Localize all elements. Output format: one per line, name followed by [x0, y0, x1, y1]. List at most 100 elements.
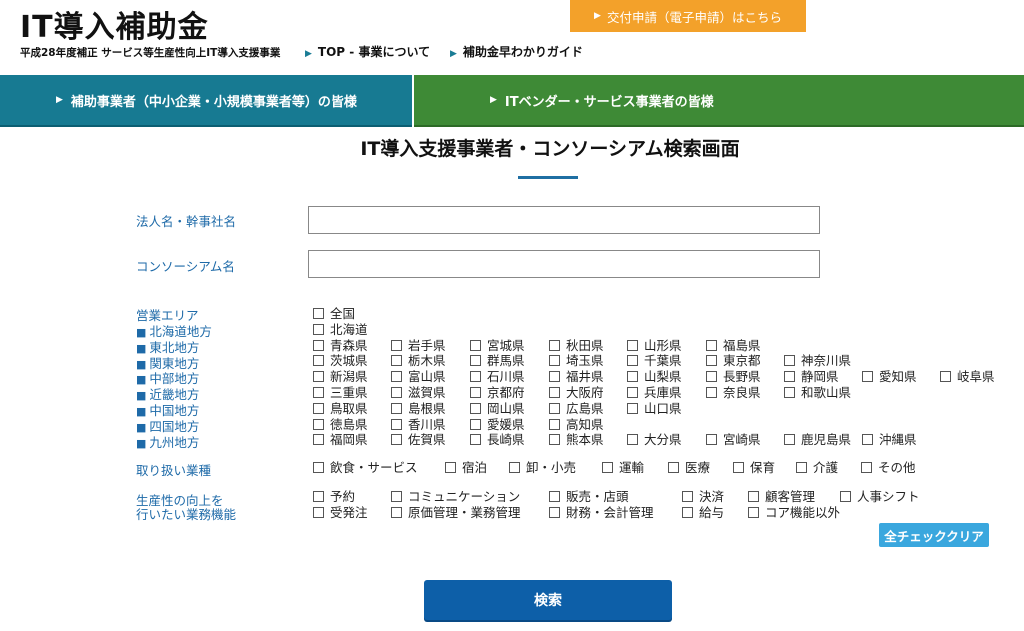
- company-name-input[interactable]: [308, 206, 820, 234]
- checkbox-option[interactable]: 岐阜県: [940, 370, 995, 384]
- checkbox-option[interactable]: 運輸: [602, 461, 644, 475]
- checkbox-square[interactable]: [313, 355, 324, 367]
- nav-tab-vendors[interactable]: ▶ ITベンダー・サービス事業者の皆様: [414, 75, 1024, 127]
- checkbox-option[interactable]: 山形県: [627, 338, 682, 353]
- apply-button[interactable]: ▶ 交付申請（電子申請）はこちら: [570, 0, 806, 32]
- checkbox-option[interactable]: 販売・店頭: [549, 490, 629, 504]
- checkbox-option[interactable]: 山口県: [627, 401, 682, 416]
- checkbox-option[interactable]: 兵庫県: [627, 386, 682, 400]
- checkbox-square[interactable]: [706, 434, 717, 446]
- checkbox-option[interactable]: 長崎県: [470, 433, 525, 447]
- checkbox-square[interactable]: [313, 323, 324, 335]
- checkbox-square[interactable]: [668, 462, 679, 473]
- checkbox-square[interactable]: [391, 507, 402, 518]
- consortium-name-input[interactable]: [308, 250, 820, 278]
- checkbox-square[interactable]: [549, 402, 560, 414]
- checkbox-square[interactable]: [549, 371, 560, 383]
- checkbox-square[interactable]: [470, 418, 481, 430]
- checkbox-square[interactable]: [627, 387, 638, 398]
- checkbox-square[interactable]: [470, 434, 481, 446]
- checkbox-option[interactable]: 群馬県: [470, 354, 525, 368]
- checkbox-square[interactable]: [549, 355, 560, 367]
- checkbox-square[interactable]: [549, 507, 560, 518]
- checkbox-option[interactable]: 神奈川県: [784, 354, 851, 368]
- checkbox-option[interactable]: 給与: [682, 506, 724, 520]
- checkbox-option[interactable]: 福島県: [706, 338, 761, 353]
- checkbox-square[interactable]: [391, 355, 402, 367]
- checkbox-option[interactable]: 北海道: [313, 322, 368, 337]
- checkbox-square[interactable]: [391, 402, 402, 414]
- checkbox-square[interactable]: [313, 418, 324, 430]
- checkbox-option[interactable]: 岩手県: [391, 338, 446, 353]
- checkbox-option[interactable]: 大分県: [627, 433, 682, 447]
- checkbox-square[interactable]: [682, 507, 693, 518]
- checkbox-square[interactable]: [940, 371, 951, 383]
- checkbox-square[interactable]: [627, 402, 638, 414]
- checkbox-option[interactable]: 新潟県: [313, 370, 368, 384]
- checkbox-option[interactable]: 富山県: [391, 370, 446, 384]
- checkbox-option[interactable]: 栃木県: [391, 354, 446, 368]
- checkbox-square[interactable]: [313, 434, 324, 446]
- checkbox-option[interactable]: 京都府: [470, 386, 525, 400]
- checkbox-square[interactable]: [549, 387, 560, 398]
- checkbox-option[interactable]: 福井県: [549, 370, 604, 384]
- checkbox-square[interactable]: [862, 371, 873, 383]
- checkbox-square[interactable]: [509, 462, 520, 473]
- checkbox-option[interactable]: 人事シフト: [840, 490, 920, 504]
- checkbox-square[interactable]: [706, 339, 717, 351]
- checkbox-option[interactable]: 予約: [313, 490, 355, 504]
- checkbox-square[interactable]: [784, 355, 795, 367]
- checkbox-square[interactable]: [470, 371, 481, 383]
- checkbox-square[interactable]: [627, 371, 638, 383]
- checkbox-square[interactable]: [784, 371, 795, 383]
- checkbox-square[interactable]: [796, 462, 807, 473]
- checkbox-option[interactable]: 鹿児島県: [784, 433, 851, 447]
- checkbox-square[interactable]: [391, 434, 402, 446]
- checkbox-square[interactable]: [313, 371, 324, 383]
- checkbox-square[interactable]: [549, 418, 560, 430]
- checkbox-square[interactable]: [549, 339, 560, 351]
- checkbox-option[interactable]: 埼玉県: [549, 354, 604, 368]
- checkbox-square[interactable]: [470, 387, 481, 398]
- checkbox-square[interactable]: [627, 355, 638, 367]
- checkbox-option[interactable]: 全国: [313, 307, 355, 321]
- top-link-about[interactable]: ▶ TOP - 事業について: [305, 43, 430, 60]
- checkbox-square[interactable]: [549, 434, 560, 446]
- checkbox-square[interactable]: [784, 387, 795, 398]
- checkbox-option[interactable]: 愛知県: [862, 370, 917, 384]
- site-logo[interactable]: IT導入補助金: [20, 2, 209, 46]
- checkbox-option[interactable]: 愛媛県: [470, 417, 525, 432]
- checkbox-option[interactable]: 保育: [733, 461, 775, 475]
- checkbox-option[interactable]: 広島県: [549, 401, 604, 416]
- checkbox-option[interactable]: 秋田県: [549, 338, 604, 353]
- checkbox-option[interactable]: 宮崎県: [706, 433, 761, 447]
- checkbox-option[interactable]: その他: [861, 461, 916, 475]
- checkbox-option[interactable]: 長野県: [706, 370, 761, 384]
- checkbox-option[interactable]: 宿泊: [445, 461, 487, 475]
- checkbox-square[interactable]: [862, 434, 873, 446]
- checkbox-option[interactable]: 介護: [796, 461, 838, 475]
- checkbox-square[interactable]: [313, 308, 324, 319]
- checkbox-option[interactable]: 佐賀県: [391, 433, 446, 447]
- checkbox-square[interactable]: [391, 339, 402, 351]
- checkbox-square[interactable]: [313, 507, 324, 518]
- checkbox-option[interactable]: 奈良県: [706, 386, 761, 400]
- checkbox-option[interactable]: 財務・会計管理: [549, 506, 654, 520]
- checkbox-square[interactable]: [313, 387, 324, 398]
- checkbox-square[interactable]: [706, 387, 717, 398]
- checkbox-square[interactable]: [313, 339, 324, 351]
- checkbox-option[interactable]: 原価管理・業務管理: [391, 506, 521, 520]
- checkbox-option[interactable]: 鳥取県: [313, 401, 368, 416]
- checkbox-option[interactable]: 石川県: [470, 370, 525, 384]
- checkbox-option[interactable]: 千葉県: [627, 354, 682, 368]
- checkbox-square[interactable]: [470, 339, 481, 351]
- checkbox-square[interactable]: [748, 491, 759, 502]
- checkbox-option[interactable]: 受発注: [313, 506, 368, 520]
- checkbox-square[interactable]: [391, 371, 402, 383]
- checkbox-option[interactable]: 医療: [668, 461, 710, 475]
- checkbox-option[interactable]: 宮城県: [470, 338, 525, 353]
- checkbox-square[interactable]: [549, 491, 560, 502]
- checkbox-square[interactable]: [861, 462, 872, 473]
- checkbox-square[interactable]: [706, 355, 717, 367]
- checkbox-option[interactable]: 熊本県: [549, 433, 604, 447]
